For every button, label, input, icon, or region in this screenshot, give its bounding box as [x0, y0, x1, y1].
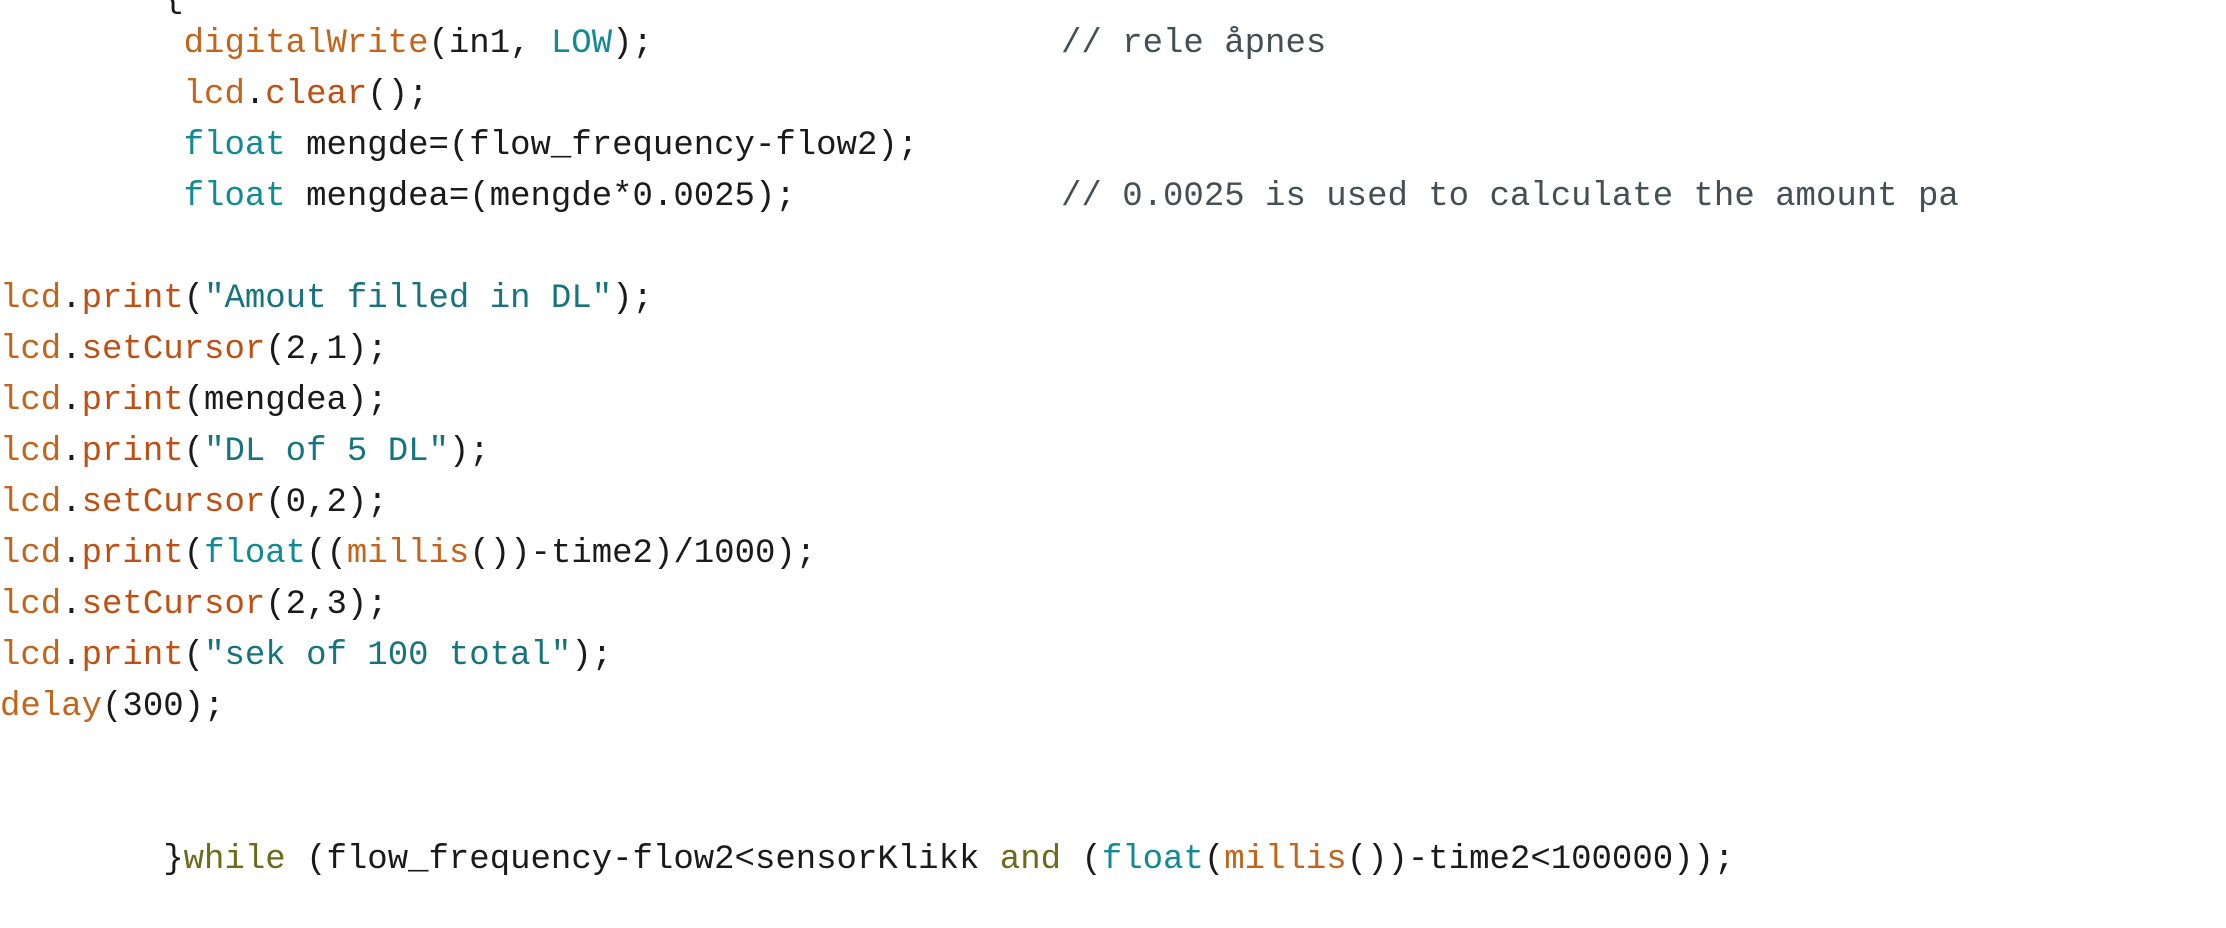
code-line[interactable]: lcd.clear(); [0, 70, 2226, 122]
code-token-plain: (in1, [428, 25, 551, 63]
code-token-plain: (mengdea); [183, 382, 388, 420]
code-token-plain: . [61, 280, 82, 318]
code-token-plain: (( [306, 535, 347, 573]
code-token-method: print [81, 280, 184, 318]
code-token-plain: (); [367, 76, 429, 114]
code-token-comment: // 0.0025 is used to calculate the amoun… [1061, 178, 1959, 216]
code-token-plain: ); [448, 433, 490, 471]
code-token-plain: . [61, 382, 82, 420]
code-token-punct: { [163, 0, 183, 18]
code-line[interactable]: float mengdea=(mengde*0.0025); // 0.0025… [0, 172, 2226, 224]
code-token-plain: . [61, 535, 82, 573]
code-token-plain: . [61, 637, 82, 675]
code-token-plain: (flow_frequency-flow2<sensorKlikk [285, 841, 1000, 879]
code-line[interactable]: lcd.print("sek of 100 total"); [0, 631, 2226, 683]
code-line[interactable] [0, 223, 2226, 275]
code-token-plain: . [61, 586, 82, 624]
code-line[interactable]: float mengde=(flow_frequency-flow2); [0, 121, 2226, 173]
code-line[interactable] [0, 784, 2226, 836]
code-line[interactable]: digitalWrite(in1, LOW); // rele åpnes [0, 19, 2226, 71]
code-token-plain: (300); [102, 688, 225, 726]
code-token-function: millis [346, 535, 470, 573]
code-token-plain: ); [612, 25, 653, 63]
code-token-method: print [81, 433, 184, 471]
code-token-string: "DL of 5 DL" [204, 433, 449, 471]
code-line[interactable]: delay(300); [0, 682, 2226, 734]
code-token-datatype: float [183, 127, 286, 165]
code-token-datatype: float [1101, 841, 1204, 879]
code-line[interactable]: lcd.setCursor(2,1); [0, 325, 2226, 377]
code-token-function: lcd [0, 637, 62, 675]
code-token-method: setCursor [81, 484, 266, 522]
code-token-plain: ); [612, 280, 653, 318]
code-token-plain: ())-time2<100000)); [1346, 841, 1735, 879]
code-token-method: setCursor [81, 331, 266, 369]
code-token-method: clear [265, 76, 368, 114]
code-token-datatype: float [183, 178, 286, 216]
code-editor-viewport[interactable]: { digitalWrite(in1, LOW); // rele åpnes … [0, 0, 2226, 928]
code-token-plain: ( [183, 535, 205, 573]
code-token-keyword: while [183, 841, 286, 879]
code-token-function: lcd [0, 484, 62, 522]
code-token-method: print [81, 535, 184, 573]
code-line[interactable]: lcd.print("Amout filled in DL"); [0, 274, 2226, 326]
code-token-string: "sek of 100 total" [204, 637, 572, 675]
code-token-keyword: and [999, 841, 1062, 879]
code-token-function: lcd [0, 280, 62, 318]
code-line[interactable]: lcd.print("DL of 5 DL"); [0, 427, 2226, 479]
code-token-function: digitalWrite [183, 25, 429, 63]
code-token-plain: (0,2); [265, 484, 388, 522]
code-line[interactable]: lcd.print(float((millis())-time2)/1000); [0, 529, 2226, 581]
code-token-plain: . [61, 331, 82, 369]
code-token-plain: ); [571, 637, 613, 675]
code-token-function: lcd [0, 382, 62, 420]
code-line[interactable]: lcd.setCursor(0,2); [0, 478, 2226, 530]
code-token-plain: ( [1061, 841, 1102, 879]
code-token-function: lcd [0, 433, 62, 471]
code-token-constant: LOW [550, 25, 613, 63]
code-line[interactable] [0, 733, 2226, 785]
code-token-method: print [81, 637, 184, 675]
code-token-function: millis [1224, 841, 1347, 879]
code-token-plain: (2,1); [265, 331, 388, 369]
code-token-function: delay [0, 688, 103, 726]
code-token-method: print [81, 382, 184, 420]
code-token-plain: . [61, 484, 82, 522]
code-token-plain: } [163, 841, 184, 879]
code-line[interactable]: lcd.setCursor(2,3); [0, 580, 2226, 632]
code-token-function: lcd [0, 331, 62, 369]
code-line[interactable]: }while (flow_frequency-flow2<sensorKlikk… [0, 835, 2226, 887]
code-token-comment: // rele åpnes [1061, 25, 1327, 63]
code-token-plain: mengdea=(mengde*0.0025); [285, 178, 796, 216]
code-token-string: "Amout filled in DL" [204, 280, 613, 318]
code-token-plain: ())-time2)/1000); [469, 535, 817, 573]
code-token-plain: . [244, 76, 266, 114]
code-token-function: lcd [0, 535, 62, 573]
code-token-plain: ( [183, 280, 205, 318]
code-token-plain: ( [1203, 841, 1225, 879]
code-token-datatype: float [204, 535, 307, 573]
code-token-function: lcd [0, 586, 62, 624]
code-token-plain: . [61, 433, 82, 471]
code-token-plain: ( [183, 433, 205, 471]
code-token-plain: ( [183, 637, 205, 675]
code-line[interactable]: lcd.print(mengdea); [0, 376, 2226, 428]
code-token-plain: mengde=(flow_frequency-flow2); [285, 127, 919, 165]
code-token-function: lcd [183, 76, 245, 114]
code-token-method: setCursor [81, 586, 266, 624]
code-token-plain: (2,3); [265, 586, 388, 624]
